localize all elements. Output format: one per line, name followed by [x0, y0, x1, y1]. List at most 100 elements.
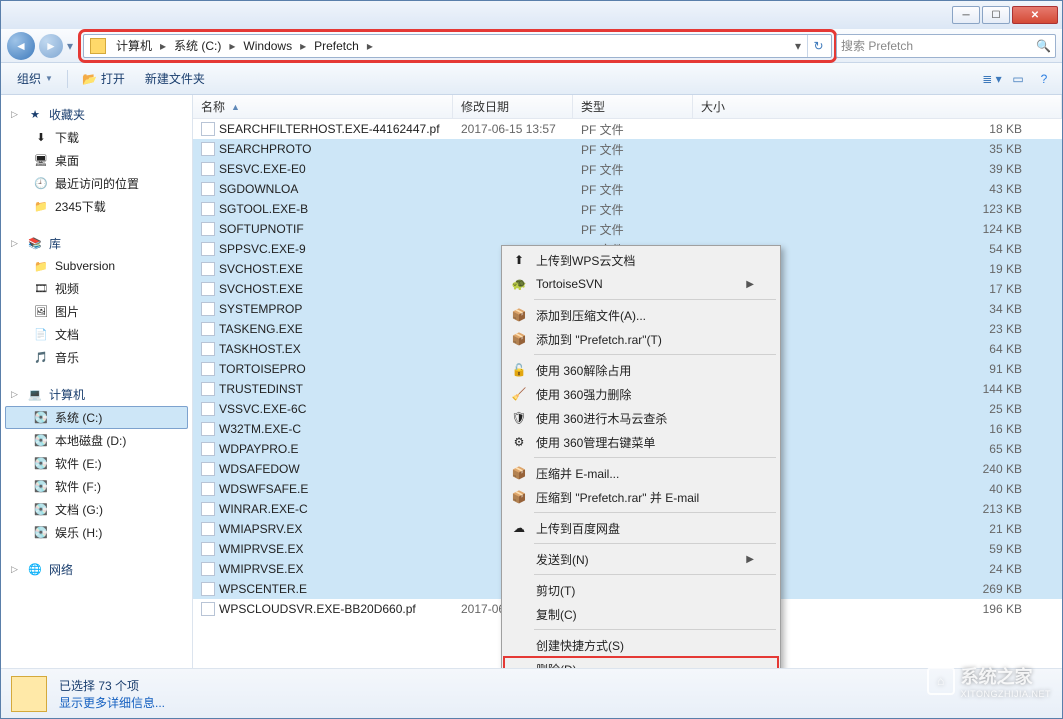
download-icon: ⬇: [33, 130, 49, 146]
search-placeholder: 搜索 Prefetch: [841, 37, 913, 54]
sidebar-item-drive-g[interactable]: 💽文档 (G:): [5, 498, 188, 521]
sidebar-item-downloads[interactable]: ⬇下载: [5, 126, 188, 149]
drive-icon: 💽: [33, 410, 49, 426]
menu-item[interactable]: 发送到(N)▶: [504, 547, 778, 571]
menu-item[interactable]: 删除(D): [504, 657, 778, 668]
sidebar-item-drive-h[interactable]: 💽娱乐 (H:): [5, 521, 188, 544]
col-type[interactable]: 类型: [573, 95, 693, 118]
file-type: PF 文件: [573, 141, 693, 158]
sidebar-favorites[interactable]: ▷★收藏夹: [5, 103, 188, 126]
sidebar-computer[interactable]: ▷💻计算机: [5, 383, 188, 406]
sidebar-item-pictures[interactable]: 🖼图片: [5, 300, 188, 323]
sidebar-item-desktop[interactable]: 🖥桌面: [5, 149, 188, 172]
titlebar: ─ ☐ ✕: [1, 1, 1062, 29]
menu-item[interactable]: 📦压缩并 E-mail...: [504, 461, 778, 485]
organize-button[interactable]: 组织▼: [9, 67, 61, 90]
menu-item[interactable]: 剪切(T): [504, 578, 778, 602]
menu-label: 使用 360解除占用: [536, 362, 631, 379]
chevron-right-icon[interactable]: ▸: [298, 39, 308, 53]
file-icon: [201, 282, 215, 296]
menu-item[interactable]: 🔓使用 360解除占用: [504, 358, 778, 382]
chevron-right-icon[interactable]: ▸: [365, 39, 375, 53]
file-name: SGDOWNLOA: [219, 182, 298, 196]
search-input[interactable]: 搜索 Prefetch 🔍: [836, 34, 1056, 58]
menu-label: TortoiseSVN: [536, 277, 603, 291]
file-name: SVCHOST.EXE: [219, 262, 303, 276]
crumb-c[interactable]: 系统 (C:): [168, 35, 227, 57]
back-button[interactable]: ◄: [7, 32, 35, 60]
crumb-prefetch[interactable]: Prefetch: [308, 35, 365, 57]
file-icon: [201, 122, 215, 136]
menu-item[interactable]: ☁上传到百度网盘: [504, 516, 778, 540]
sidebar-item-2345[interactable]: 📁2345下载: [5, 195, 188, 218]
forward-button[interactable]: ►: [39, 34, 63, 58]
sidebar-item-music[interactable]: 🎵音乐: [5, 346, 188, 369]
history-dropdown[interactable]: ▾: [67, 39, 79, 53]
sidebar-item-documents[interactable]: 📄文档: [5, 323, 188, 346]
sidebar-item-videos[interactable]: 🎞视频: [5, 277, 188, 300]
sidebar-item-drive-f[interactable]: 💽软件 (F:): [5, 475, 188, 498]
menu-item[interactable]: ⬆上传到WPS云文档: [504, 248, 778, 272]
menu-item[interactable]: 📦添加到 "Prefetch.rar"(T): [504, 327, 778, 351]
file-icon: [201, 362, 215, 376]
status-details-link[interactable]: 显示更多详细信息...: [59, 694, 165, 711]
nav-sidebar: ▷★收藏夹 ⬇下载 🖥桌面 🕘最近访问的位置 📁2345下载 ▷📚库 📁Subv…: [1, 95, 193, 668]
network-icon: 🌐: [27, 562, 43, 578]
col-name[interactable]: 名称▲: [193, 95, 453, 118]
open-button[interactable]: 📂打开: [74, 67, 133, 90]
menu-icon: 📦: [510, 464, 528, 482]
file-size: 43 KB: [693, 182, 1062, 196]
file-row[interactable]: SGTOOL.EXE-BPF 文件123 KB: [193, 199, 1062, 219]
menu-item[interactable]: 🧹使用 360强力删除: [504, 382, 778, 406]
maximize-button[interactable]: ☐: [982, 6, 1010, 24]
file-icon: [201, 502, 215, 516]
col-size[interactable]: 大小: [693, 95, 1062, 118]
sidebar-network[interactable]: ▷🌐网络: [5, 558, 188, 581]
refresh-button[interactable]: ↻: [807, 35, 829, 57]
address-dropdown[interactable]: ▾: [789, 39, 807, 53]
help-button[interactable]: ?: [1034, 69, 1054, 89]
menu-item[interactable]: ⚙使用 360管理右键菜单: [504, 430, 778, 454]
minimize-button[interactable]: ─: [952, 6, 980, 24]
file-size: 39 KB: [693, 162, 1062, 176]
file-icon: [201, 162, 215, 176]
file-row[interactable]: SGDOWNLOAPF 文件43 KB: [193, 179, 1062, 199]
file-row[interactable]: SEARCHPROTOPF 文件35 KB: [193, 139, 1062, 159]
menu-separator: [534, 629, 776, 630]
sidebar-item-drive-e[interactable]: 💽软件 (E:): [5, 452, 188, 475]
sidebar-item-drive-d[interactable]: 💽本地磁盘 (D:): [5, 429, 188, 452]
file-row[interactable]: SOFTUPNOTIFPF 文件124 KB: [193, 219, 1062, 239]
explorer-window: ─ ☐ ✕ ◄ ► ▾ 计算机▸ 系统 (C:)▸ Windows▸ Prefe…: [0, 0, 1063, 719]
menu-item[interactable]: 📦压缩到 "Prefetch.rar" 并 E-mail: [504, 485, 778, 509]
address-bar[interactable]: 计算机▸ 系统 (C:)▸ Windows▸ Prefetch▸ ▾ ↻: [83, 34, 832, 58]
chevron-right-icon[interactable]: ▸: [158, 39, 168, 53]
file-date: 2017-06-15 13:57: [453, 122, 573, 136]
menu-label: 添加到 "Prefetch.rar"(T): [536, 331, 662, 348]
file-row[interactable]: SESVC.EXE-E0PF 文件39 KB: [193, 159, 1062, 179]
menu-icon: ⚙: [510, 433, 528, 451]
menu-item[interactable]: 🐢TortoiseSVN▶: [504, 272, 778, 296]
column-headers: 名称▲ 修改日期 类型 大小: [193, 95, 1062, 119]
sidebar-item-drive-c[interactable]: 💽系统 (C:): [5, 406, 188, 429]
status-selection-count: 已选择 73 个项: [59, 677, 165, 694]
close-button[interactable]: ✕: [1012, 6, 1058, 24]
menu-item[interactable]: 复制(C): [504, 602, 778, 626]
menu-item[interactable]: 🛡使用 360进行木马云查杀: [504, 406, 778, 430]
col-date[interactable]: 修改日期: [453, 95, 573, 118]
chevron-right-icon[interactable]: ▸: [227, 39, 237, 53]
sidebar-item-recent[interactable]: 🕘最近访问的位置: [5, 172, 188, 195]
drive-icon: 💽: [33, 479, 49, 495]
sidebar-item-subversion[interactable]: 📁Subversion: [5, 255, 188, 277]
file-icon: [201, 182, 215, 196]
new-folder-button[interactable]: 新建文件夹: [137, 67, 213, 90]
submenu-arrow-icon: ▶: [746, 279, 754, 290]
menu-item[interactable]: 创建快捷方式(S): [504, 633, 778, 657]
preview-pane-button[interactable]: ▭: [1008, 69, 1028, 89]
crumb-windows[interactable]: Windows: [237, 35, 298, 57]
sidebar-libraries[interactable]: ▷📚库: [5, 232, 188, 255]
crumb-computer[interactable]: 计算机: [110, 35, 158, 57]
file-row[interactable]: SEARCHFILTERHOST.EXE-44162447.pf2017-06-…: [193, 119, 1062, 139]
view-options-button[interactable]: ≣ ▾: [982, 69, 1002, 89]
svn-icon: 📁: [33, 258, 49, 274]
menu-item[interactable]: 📦添加到压缩文件(A)...: [504, 303, 778, 327]
